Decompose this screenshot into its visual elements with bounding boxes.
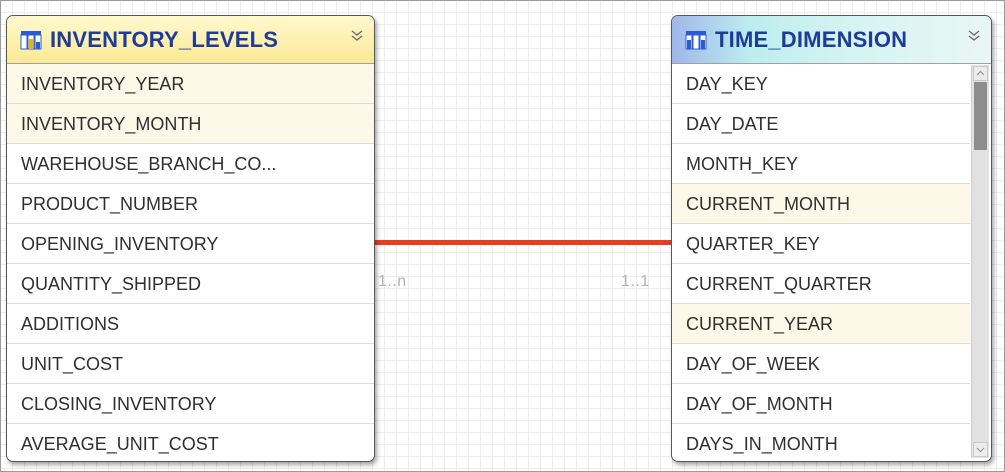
column-row[interactable]: OPENING_INVENTORY xyxy=(7,224,374,264)
column-list: INVENTORY_YEAR INVENTORY_MONTH WAREHOUSE… xyxy=(7,64,374,461)
column-row[interactable]: INVENTORY_MONTH xyxy=(7,104,374,144)
scroll-thumb[interactable] xyxy=(974,82,987,150)
scroll-up-button[interactable] xyxy=(973,66,988,81)
table-icon xyxy=(20,30,42,49)
entity-header[interactable]: TIME_DIMENSION xyxy=(672,16,991,64)
column-row[interactable]: QUANTITY_SHIPPED xyxy=(7,264,374,304)
column-row[interactable]: DAYS_IN_MONTH xyxy=(672,424,970,461)
entity-title: TIME_DIMENSION xyxy=(715,26,908,52)
column-row[interactable]: DAY_DATE xyxy=(672,104,970,144)
column-row[interactable]: CURRENT_QUARTER xyxy=(672,264,970,304)
column-row[interactable]: QUARTER_KEY xyxy=(672,224,970,264)
column-row[interactable]: INVENTORY_YEAR xyxy=(7,64,374,104)
column-list: DAY_KEY DAY_DATE MONTH_KEY CURRENT_MONTH… xyxy=(672,64,970,461)
column-row[interactable]: WAREHOUSE_BRANCH_CO... xyxy=(7,144,374,184)
chevron-double-down-icon[interactable] xyxy=(966,28,982,44)
column-row[interactable]: DAY_OF_MONTH xyxy=(672,384,970,424)
column-row[interactable]: ADDITIONS xyxy=(7,304,374,344)
column-row[interactable]: AVERAGE_UNIT_COST xyxy=(7,424,374,461)
chevron-down-icon xyxy=(976,447,985,453)
column-row[interactable]: DAY_OF_WEEK xyxy=(672,344,970,384)
column-row[interactable]: PRODUCT_NUMBER xyxy=(7,184,374,224)
entity-title: INVENTORY_LEVELS xyxy=(50,26,279,52)
chevron-double-down-icon[interactable] xyxy=(349,28,365,44)
time-dimension-entity[interactable]: TIME_DIMENSION DAY_KEY DAY_DATE MONTH_KE… xyxy=(671,15,992,462)
column-row[interactable]: CLOSING_INVENTORY xyxy=(7,384,374,424)
vertical-scrollbar[interactable] xyxy=(971,65,989,458)
relationship-line[interactable] xyxy=(375,240,671,245)
chevron-up-icon xyxy=(976,70,985,76)
table-icon xyxy=(685,30,707,49)
cardinality-right: 1..1 xyxy=(621,273,650,290)
column-row[interactable]: CURRENT_MONTH xyxy=(672,184,970,224)
entity-header[interactable]: INVENTORY_LEVELS xyxy=(7,16,374,64)
column-row[interactable]: UNIT_COST xyxy=(7,344,374,384)
column-row[interactable]: MONTH_KEY xyxy=(672,144,970,184)
cardinality-left: 1..n xyxy=(378,273,407,290)
inventory-levels-entity[interactable]: INVENTORY_LEVELS INVENTORY_YEAR INVENTOR… xyxy=(6,15,375,462)
column-row[interactable]: DAY_KEY xyxy=(672,64,970,104)
scroll-down-button[interactable] xyxy=(973,442,988,457)
column-row[interactable]: CURRENT_YEAR xyxy=(672,304,970,344)
